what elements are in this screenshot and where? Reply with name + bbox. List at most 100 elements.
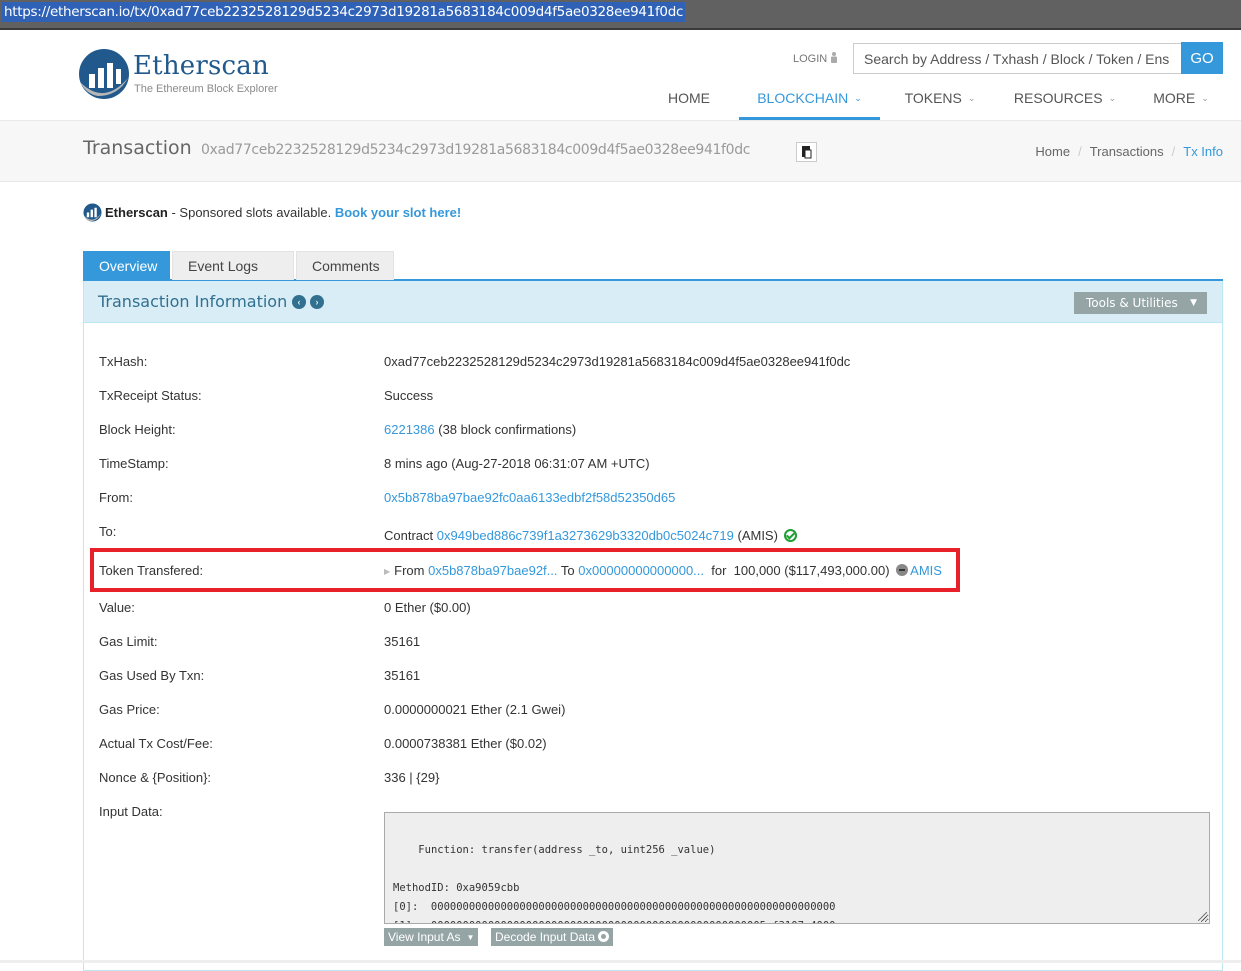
breadcrumb-current: Tx Info xyxy=(1183,144,1223,159)
tab-overview[interactable]: Overview xyxy=(83,251,170,280)
resize-handle[interactable] xyxy=(1198,912,1207,921)
nav-label: RESOURCES xyxy=(1013,90,1103,106)
field-label: Actual Tx Cost/Fee: xyxy=(99,736,213,751)
token-from-link[interactable]: 0x5b878ba97bae92f... xyxy=(428,563,557,578)
login-label: LOGIN xyxy=(793,53,828,65)
row-nonce: Nonce & {Position}: 336 | {29} xyxy=(84,770,1222,790)
view-input-as-button[interactable]: View Input As ▼ xyxy=(384,928,479,946)
row-gas-used: Gas Used By Txn: 35161 xyxy=(84,668,1222,688)
site-header: Etherscan The Ethereum Block Explorer LO… xyxy=(0,30,1241,120)
decode-input-label: Decode Input Data xyxy=(495,930,596,944)
logo-name: Etherscan xyxy=(133,51,269,81)
breadcrumb-separator: / xyxy=(1171,144,1176,159)
token-icon xyxy=(896,564,909,576)
nav-blockchain[interactable]: BLOCKCHAIN ⌄ xyxy=(739,86,880,120)
panel-header: Transaction Information ‹ › Tools & Util… xyxy=(84,281,1222,323)
txhash-value: 0xad77ceb2232528129d5234c2973d19281a5683… xyxy=(384,354,851,369)
field-label: Gas Price: xyxy=(99,702,160,717)
block-link[interactable]: 6221386 xyxy=(384,422,435,437)
token-to-link[interactable]: 0x00000000000000... xyxy=(578,563,704,578)
page-title: Transaction xyxy=(83,137,192,159)
field-label: Token Transfered: xyxy=(99,563,204,578)
next-tx-icon[interactable]: › xyxy=(310,295,324,309)
tab-comments[interactable]: Comments xyxy=(296,251,394,280)
contract-prefix: Contract xyxy=(384,528,437,543)
field-label: Block Height: xyxy=(99,422,176,437)
clipboard-icon xyxy=(802,146,812,159)
panel-title: Transaction Information xyxy=(98,292,288,311)
book-slot-link[interactable]: Book your slot here! xyxy=(335,205,461,220)
token-to-label: To xyxy=(557,563,579,578)
breadcrumb-separator: / xyxy=(1078,144,1082,159)
breadcrumb-transactions[interactable]: Transactions xyxy=(1090,144,1164,159)
status-value: Success xyxy=(384,388,434,403)
caret-right-icon: ▶ xyxy=(384,567,391,576)
gas-used-value: 35161 xyxy=(384,668,421,683)
token-from-label: From xyxy=(394,563,429,578)
chevron-down-icon: ⌄ xyxy=(854,93,862,103)
row-status: TxReceipt Status: Success xyxy=(84,388,1222,408)
nav-label: MORE xyxy=(1153,90,1196,106)
row-txhash: TxHash: 0xad77ceb2232528129d5234c2973d19… xyxy=(84,354,1222,374)
field-label: TxReceipt Status: xyxy=(99,388,202,403)
from-address-link[interactable]: 0x5b878ba97bae92fc0aa6133edbf2f58d52350d… xyxy=(384,490,675,505)
tools-label: Tools & Utilities xyxy=(1086,296,1178,310)
search-go-button[interactable]: GO xyxy=(1181,42,1223,74)
user-icon xyxy=(831,52,838,63)
nonce-value: 336 | {29} xyxy=(384,770,440,785)
copy-hash-button[interactable] xyxy=(796,142,817,162)
login-link[interactable]: LOGIN xyxy=(793,52,838,65)
row-gas-price: Gas Price: 0.0000000021 Ether (2.1 Gwei) xyxy=(84,702,1222,722)
url-text[interactable]: https://etherscan.io/tx/0xad77ceb2232528… xyxy=(2,2,686,22)
tab-event-logs[interactable]: Event Logs (1) xyxy=(172,251,294,303)
to-contract-link[interactable]: 0x949bed886c739f1a3273629b3320db0c5024c7… xyxy=(437,528,734,543)
nav-label: BLOCKCHAIN xyxy=(757,90,849,106)
chevron-down-icon: ⌄ xyxy=(1108,93,1117,103)
field-label: Input Data: xyxy=(99,804,163,819)
nav-tokens[interactable]: TOKENS ⌄ xyxy=(904,86,976,120)
field-label: TxHash: xyxy=(99,354,148,369)
gear-icon xyxy=(598,931,610,942)
view-input-label: View Input As xyxy=(388,930,461,944)
row-token-transferred: Token Transfered: ▶ From 0x5b878ba97bae92… xyxy=(84,563,1222,583)
page-tx-hash: 0xad77ceb2232528129d5234c2973d19281a5683… xyxy=(201,142,751,158)
field-label: Nonce & {Position}: xyxy=(99,770,212,785)
field-label: To: xyxy=(99,524,117,539)
nav-resources[interactable]: RESOURCES ⌄ xyxy=(1013,86,1117,120)
token-amount: for 100,000 ($117,493,000.00) xyxy=(704,563,894,578)
field-label: Gas Used By Txn: xyxy=(99,668,205,683)
logo-icon xyxy=(79,49,129,99)
nav-home[interactable]: HOME xyxy=(668,86,710,120)
block-confirmations: (38 block confirmations) xyxy=(434,422,577,437)
caret-down-icon: ▼ xyxy=(1190,298,1197,308)
field-label: Value: xyxy=(99,600,135,615)
browser-address-bar[interactable]: https://etherscan.io/tx/0xad77ceb2232528… xyxy=(0,0,1241,30)
prev-tx-icon[interactable]: ‹ xyxy=(292,295,306,309)
verified-check-icon xyxy=(783,529,797,542)
logo-tagline: The Ethereum Block Explorer xyxy=(134,83,278,95)
caret-down-icon: ▼ xyxy=(466,933,475,942)
breadcrumb-home[interactable]: Home xyxy=(1035,144,1070,159)
page-title-band: Transaction 0xad77ceb2232528129d5234c297… xyxy=(0,120,1241,182)
etherscan-logo[interactable]: Etherscan The Ethereum Block Explorer xyxy=(78,48,298,104)
nav-label: TOKENS xyxy=(904,90,962,106)
decode-input-button[interactable]: Decode Input Data xyxy=(491,928,614,946)
row-fee: Actual Tx Cost/Fee: 0.0000738381 Ether (… xyxy=(84,736,1222,756)
sponsor-brand: Etherscan xyxy=(105,205,168,220)
gas-limit-value: 35161 xyxy=(384,634,421,649)
sponsor-text: - Sponsored slots available. xyxy=(167,205,335,220)
timestamp-value: 8 mins ago (Aug-27-2018 06:31:07 AM +UTC… xyxy=(384,456,650,471)
token-symbol-link[interactable]: AMIS xyxy=(910,563,942,578)
search-input[interactable] xyxy=(853,43,1181,74)
input-data-text: Function: transfer(address _to, uint256 … xyxy=(393,844,836,923)
nav-more[interactable]: MORE ⌄ xyxy=(1152,86,1210,120)
row-block-height: Block Height: 6221386 (38 block confirma… xyxy=(84,422,1222,442)
row-from: From: 0x5b878ba97bae92fc0aa6133edbf2f58d… xyxy=(84,490,1222,510)
input-data-textarea[interactable]: Function: transfer(address _to, uint256 … xyxy=(384,812,1210,924)
tools-utilities-dropdown[interactable]: Tools & Utilities ▼ xyxy=(1074,292,1207,314)
chevron-down-icon: ⌄ xyxy=(1201,93,1209,103)
row-timestamp: TimeStamp: 8 mins ago (Aug-27-2018 06:31… xyxy=(84,456,1222,476)
value-amount: 0 Ether ($0.00) xyxy=(384,600,471,615)
field-label: Gas Limit: xyxy=(99,634,158,649)
row-to: To: Contract 0x949bed886c739f1a3273629b3… xyxy=(84,524,1222,544)
